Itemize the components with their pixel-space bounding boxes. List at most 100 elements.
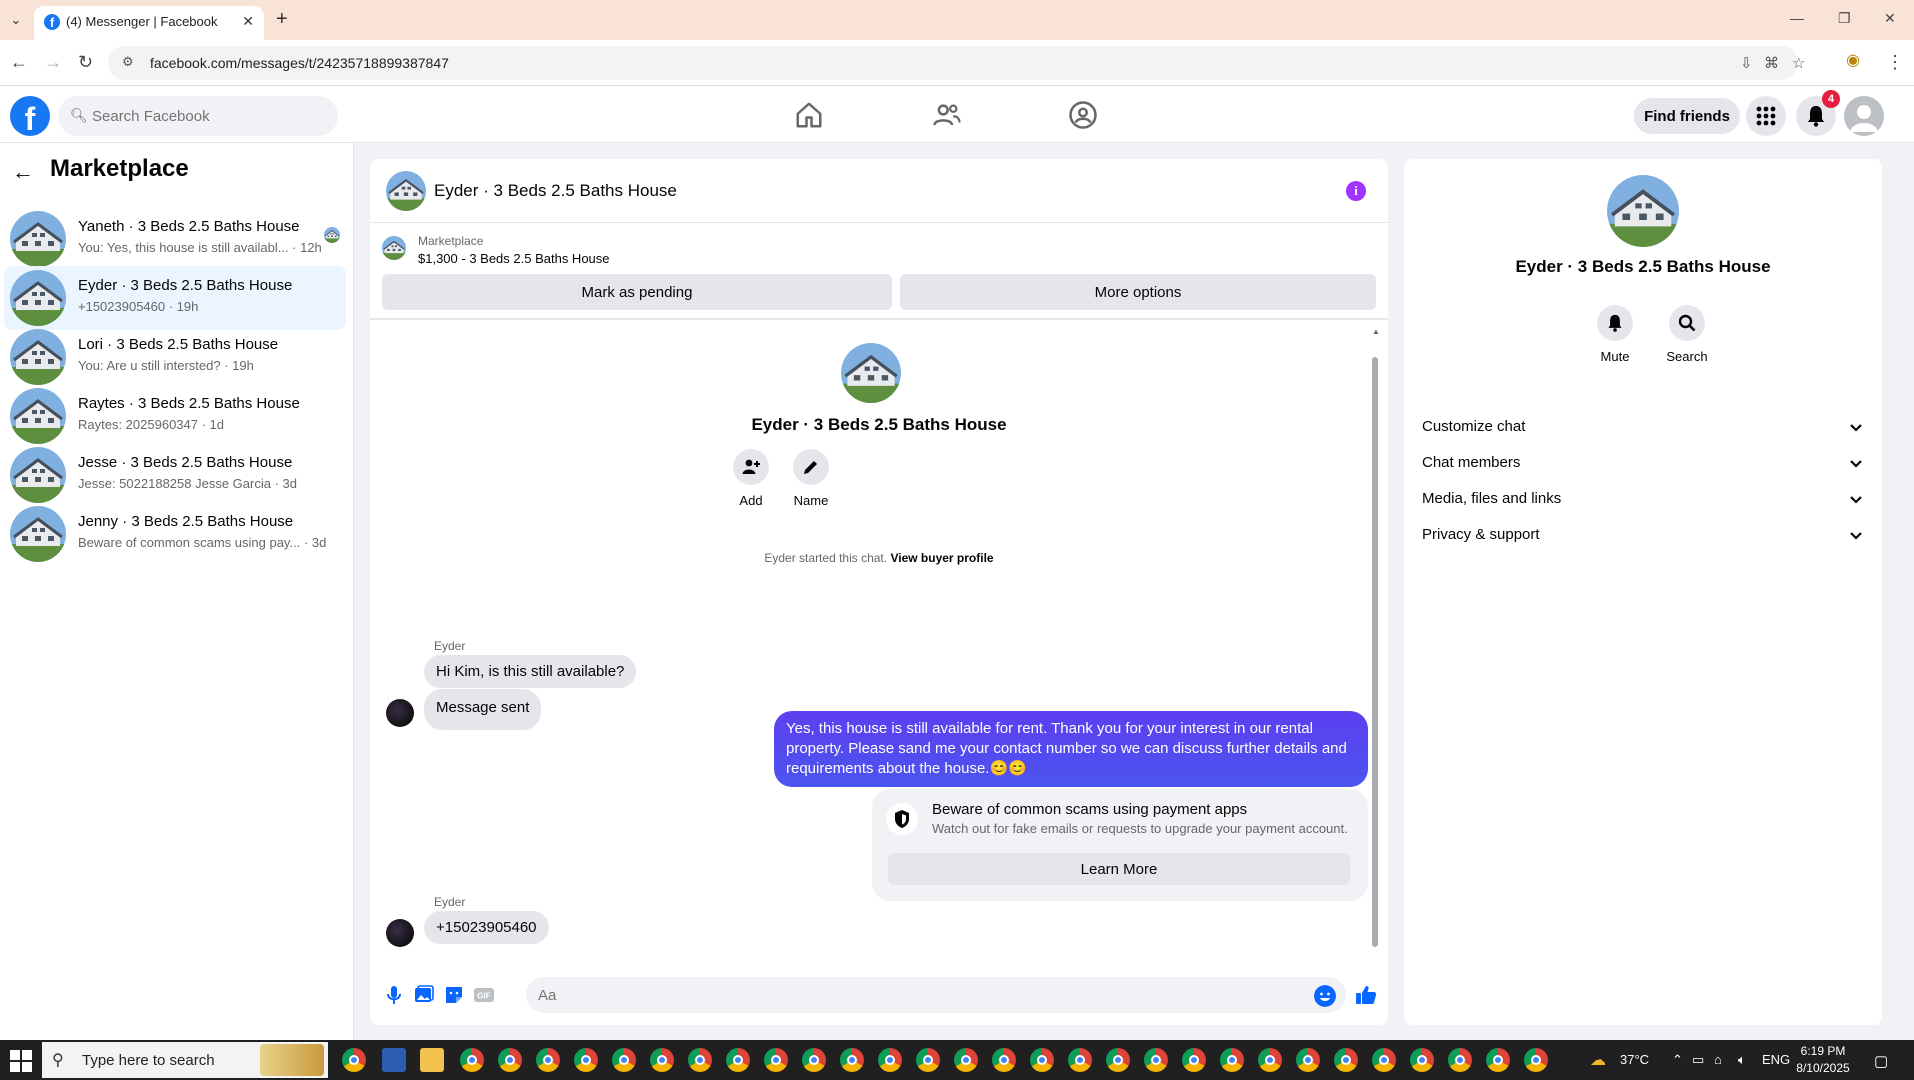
back-icon[interactable]: ← <box>10 52 28 73</box>
chrome-icon[interactable] <box>574 1048 598 1072</box>
chrome-icon[interactable] <box>1334 1048 1358 1072</box>
chrome-icon[interactable] <box>726 1048 750 1072</box>
info-avatar[interactable] <box>1607 175 1679 247</box>
incoming-message[interactable]: +15023905460 <box>424 911 549 944</box>
translate-icon[interactable]: ⌘ <box>1764 54 1779 72</box>
chrome-icon[interactable] <box>1106 1048 1130 1072</box>
site-info-icon[interactable]: ⚙ <box>122 54 134 70</box>
mark-as-pending-button[interactable]: Mark as pending <box>382 274 892 310</box>
friends-icon[interactable] <box>932 100 962 130</box>
view-buyer-profile-link[interactable]: View buyer profile <box>890 551 993 565</box>
microphone-icon[interactable] <box>382 983 406 1007</box>
learn-more-button[interactable]: Learn More <box>888 853 1350 885</box>
chrome-icon[interactable] <box>1182 1048 1206 1072</box>
chrome-icon[interactable] <box>1372 1048 1396 1072</box>
scrollbar-thumb[interactable] <box>1372 357 1378 947</box>
notification-center-icon[interactable]: ▢ <box>1874 1052 1888 1070</box>
facebook-search-input[interactable] <box>92 96 322 136</box>
new-tab-icon[interactable]: + <box>276 8 288 31</box>
browser-tab[interactable]: f (4) Messenger | Facebook ✕ <box>34 6 264 40</box>
close-window-icon[interactable]: ✕ <box>1884 10 1896 27</box>
chrome-icon[interactable] <box>840 1048 864 1072</box>
find-friends-button[interactable]: Find friends <box>1634 98 1740 134</box>
chat-header-avatar[interactable] <box>386 171 426 211</box>
taskbar-search[interactable]: ⚲ Type here to search <box>42 1042 328 1078</box>
bookmark-star-icon[interactable]: ☆ <box>1792 54 1805 72</box>
info-icon[interactable]: i <box>1346 181 1366 201</box>
chrome-icon[interactable] <box>1144 1048 1168 1072</box>
facebook-logo[interactable]: f <box>10 96 50 137</box>
more-options-button[interactable]: More options <box>900 274 1376 310</box>
chrome-icon[interactable] <box>342 1048 366 1072</box>
sender-avatar[interactable] <box>386 699 414 727</box>
chrome-icon[interactable] <box>992 1048 1016 1072</box>
conversation-item[interactable]: Yaneth · 3 Beds 2.5 Baths House You: Yes,… <box>4 207 346 271</box>
chrome-icon[interactable] <box>536 1048 560 1072</box>
chrome-icon[interactable] <box>1068 1048 1092 1072</box>
home-icon[interactable] <box>794 100 824 130</box>
info-section[interactable]: Media, files and links <box>1416 479 1870 519</box>
mute-action[interactable]: Mute <box>1585 305 1645 364</box>
browser-menu-icon[interactable]: ⋮ <box>1886 52 1904 73</box>
temperature[interactable]: 37°C <box>1620 1052 1649 1067</box>
tab-close-icon[interactable]: ✕ <box>242 13 254 30</box>
weather-icon[interactable]: ☁ <box>1590 1050 1606 1070</box>
facebook-search[interactable]: 🔍︎ <box>58 96 338 136</box>
minimize-icon[interactable]: — <box>1790 10 1804 26</box>
add-people-action[interactable]: Add <box>721 449 781 508</box>
account-avatar[interactable] <box>1844 96 1884 136</box>
outgoing-message[interactable]: Yes, this house is still available for r… <box>774 711 1368 787</box>
language-indicator[interactable]: ENG <box>1762 1052 1790 1067</box>
info-section[interactable]: Chat members <box>1416 443 1870 483</box>
rename-action[interactable]: Name <box>781 449 841 508</box>
info-section[interactable]: Privacy & support <box>1416 515 1870 555</box>
incoming-message[interactable]: Hi Kim, is this still available? <box>424 655 637 688</box>
restore-icon[interactable]: ❐ <box>1838 10 1851 27</box>
tab-search-icon[interactable]: ⌄ <box>6 10 26 30</box>
chrome-icon[interactable] <box>764 1048 788 1072</box>
chrome-icon[interactable] <box>688 1048 712 1072</box>
conversation-item[interactable]: Jenny · 3 Beds 2.5 Baths House Beware of … <box>4 502 346 566</box>
chrome-icon[interactable] <box>878 1048 902 1072</box>
chrome-icon[interactable] <box>802 1048 826 1072</box>
emoji-icon[interactable] <box>1314 985 1336 1007</box>
file-explorer-icon[interactable] <box>420 1048 444 1072</box>
info-section[interactable]: Customize chat <box>1416 407 1870 447</box>
conversation-item[interactable]: Jesse · 3 Beds 2.5 Baths House Jesse: 502… <box>4 443 346 507</box>
show-hidden-icons-icon[interactable]: ⌃ <box>1672 1052 1683 1068</box>
incoming-message[interactable]: Message sent <box>424 689 542 730</box>
chrome-icon[interactable] <box>1258 1048 1282 1072</box>
conversation-item[interactable]: Raytes · 3 Beds 2.5 Baths House Raytes: 2… <box>4 384 346 448</box>
scroll-up-arrow[interactable]: ▲ <box>1372 327 1380 337</box>
chrome-icon[interactable] <box>1030 1048 1054 1072</box>
forward-icon[interactable]: → <box>44 52 62 73</box>
chrome-icon[interactable] <box>498 1048 522 1072</box>
listing-price-title[interactable]: $1,300 - 3 Beds 2.5 Baths House <box>418 251 610 266</box>
windows-start-icon[interactable] <box>10 1050 32 1072</box>
reload-icon[interactable]: ↻ <box>78 52 93 73</box>
conversation-avatar[interactable] <box>841 343 901 403</box>
install-app-icon[interactable]: ⇩ <box>1740 54 1753 72</box>
chrome-icon[interactable] <box>954 1048 978 1072</box>
menu-button[interactable] <box>1746 96 1786 136</box>
groups-icon[interactable] <box>1068 100 1098 130</box>
chrome-icon[interactable] <box>1524 1048 1548 1072</box>
sticker-icon[interactable] <box>442 983 466 1007</box>
chrome-icon[interactable] <box>916 1048 940 1072</box>
url-field[interactable]: ⚙ facebook.com/messages/t/24235718899387… <box>108 46 1805 80</box>
chrome-icon[interactable] <box>1410 1048 1434 1072</box>
volume-icon[interactable]: 🔈︎ <box>1738 1052 1746 1068</box>
back-arrow-icon[interactable]: ← <box>12 159 34 185</box>
gif-icon[interactable]: GIF <box>472 983 496 1007</box>
chrome-icon[interactable] <box>1448 1048 1472 1072</box>
chrome-icon[interactable] <box>650 1048 674 1072</box>
browser-profile-icon[interactable]: ◉ <box>1846 50 1860 70</box>
message-thread[interactable]: ▲ Eyder · 3 Beds 2.5 Baths House Add Nam… <box>370 321 1388 961</box>
chrome-icon[interactable] <box>460 1048 484 1072</box>
chrome-icon[interactable] <box>1296 1048 1320 1072</box>
photo-icon[interactable] <box>412 983 436 1007</box>
network-icon[interactable]: ⌂ <box>1714 1052 1722 1067</box>
chat-title[interactable]: Eyder · 3 Beds 2.5 Baths House <box>434 181 677 201</box>
clock[interactable]: 6:19 PM 8/10/2025 <box>1788 1043 1858 1077</box>
sender-avatar[interactable] <box>386 919 414 947</box>
